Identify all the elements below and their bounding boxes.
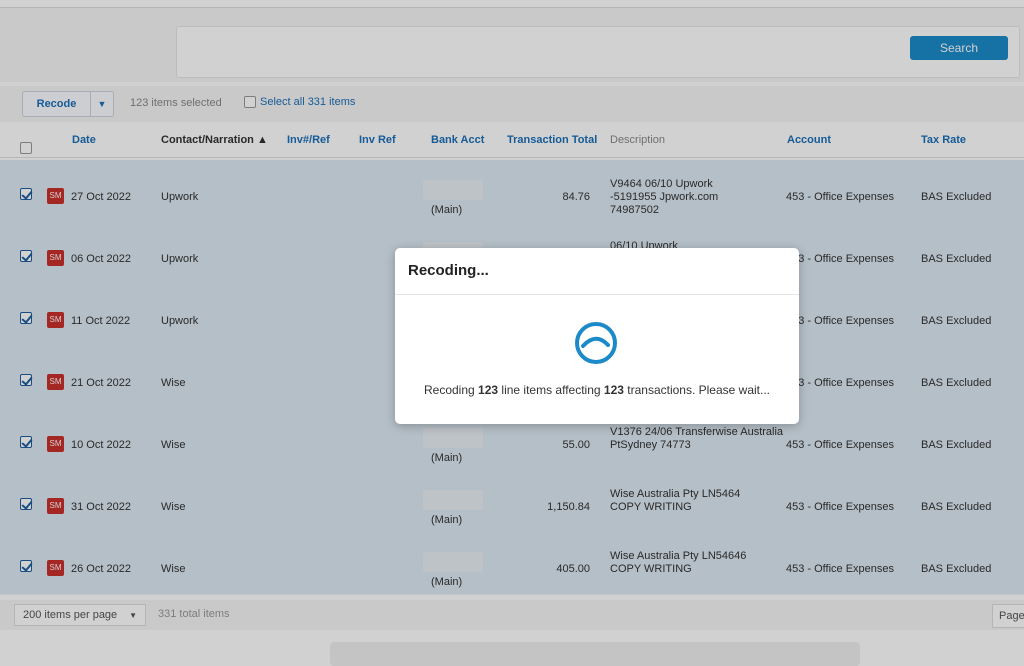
- dialog-divider: [395, 294, 799, 295]
- bottom-shadow-bar: [330, 642, 860, 666]
- loading-spinner-icon: [575, 322, 617, 364]
- recoding-dialog: Recoding... Recoding 123 line items affe…: [395, 248, 799, 424]
- line-items-count: 123: [478, 383, 499, 397]
- dialog-title: Recoding...: [408, 262, 489, 279]
- msg-suffix: transactions. Please wait...: [623, 383, 771, 397]
- msg-middle: line items affecting: [498, 383, 604, 397]
- app: Search Recode ▼ 123 items selected Selec…: [0, 0, 1024, 666]
- transactions-count: 123: [603, 383, 624, 397]
- msg-prefix: Recoding: [423, 383, 479, 397]
- dialog-message: Recoding 123 line items affecting 123 tr…: [395, 383, 799, 397]
